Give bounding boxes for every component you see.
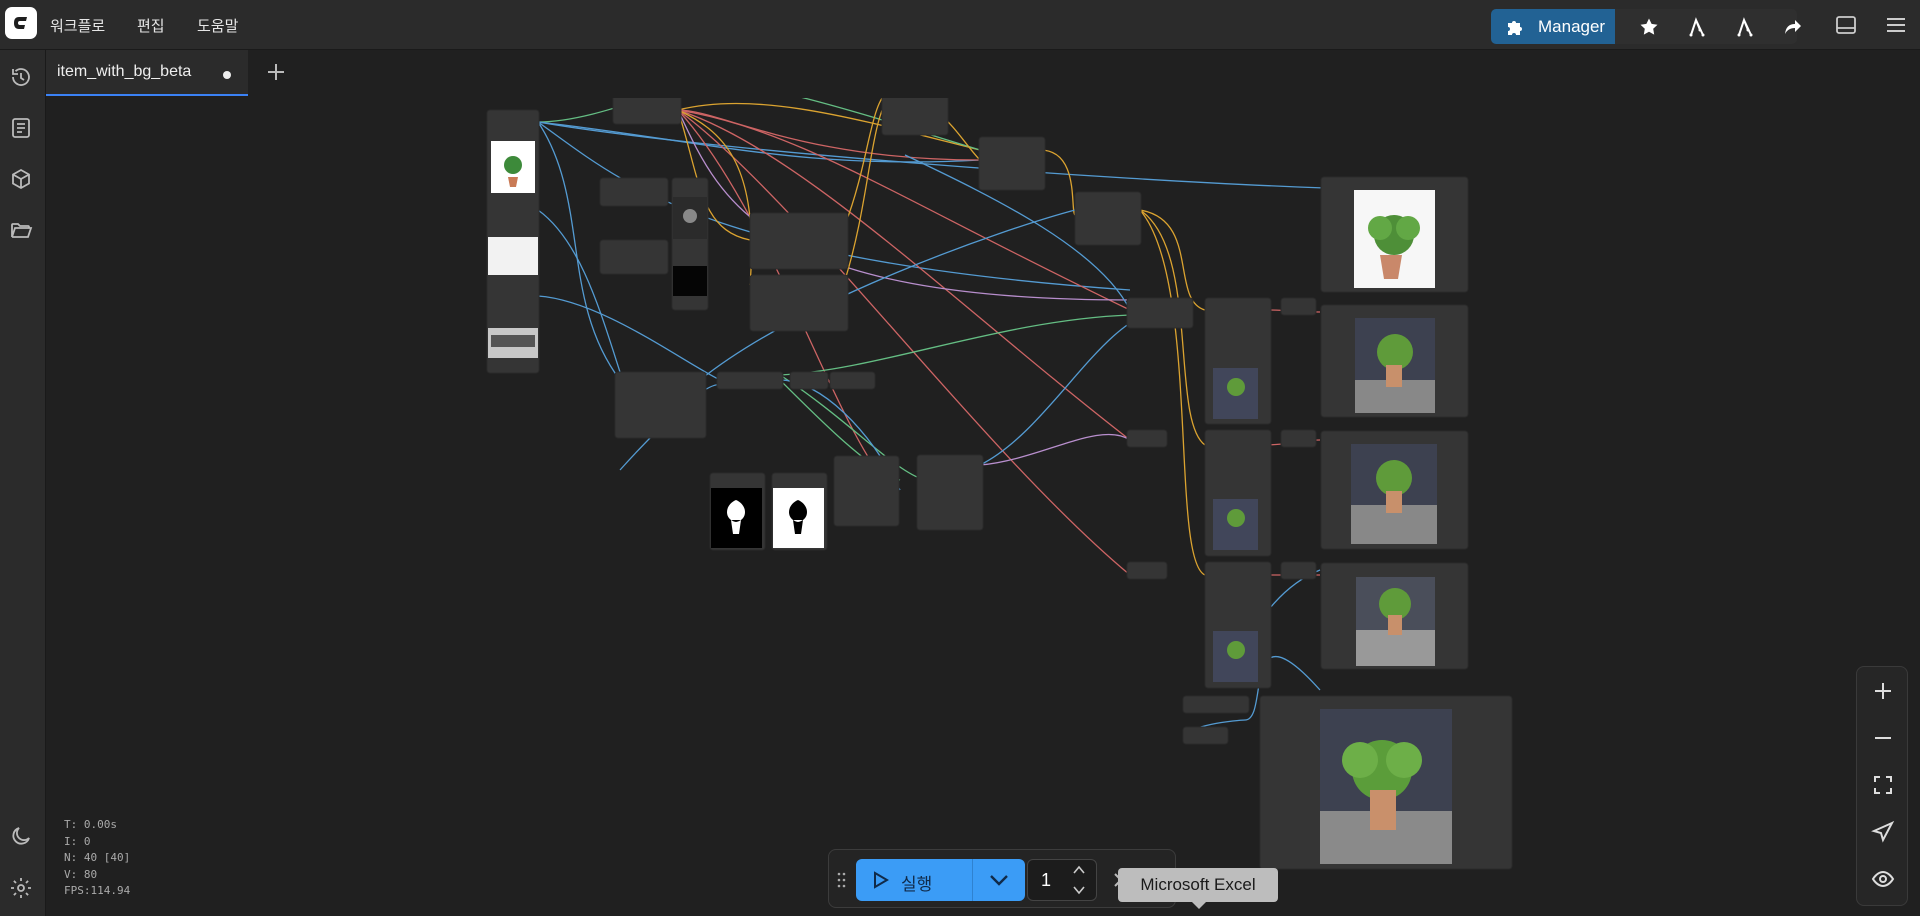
batch-count-stepper[interactable]: 1 [1027, 859, 1097, 901]
taskbar-tooltip: Microsoft Excel [1118, 868, 1278, 909]
chevron-down-small-icon[interactable] [1072, 884, 1086, 896]
stat-time: T: 0.00s [64, 818, 117, 831]
eye-icon[interactable] [1871, 867, 1895, 891]
performance-stats: T: 0.00s I: 0 N: 40 [40] V: 80 FPS:114.9… [64, 817, 130, 900]
play-icon [874, 871, 889, 889]
folder-icon[interactable] [9, 218, 33, 242]
star-icon[interactable] [1639, 17, 1659, 37]
cube-icon[interactable] [9, 167, 33, 191]
document-icon[interactable] [9, 116, 33, 140]
tab-item-with-bg-beta[interactable]: item_with_bg_beta [46, 50, 248, 96]
chevron-down-icon [990, 875, 1008, 886]
send-icon[interactable] [1871, 820, 1895, 844]
menu-workflow[interactable]: 워크플로 [50, 15, 105, 36]
toolbar-button-group [1615, 9, 1801, 44]
run-button[interactable]: 실행 [856, 859, 972, 901]
share-nodes-icon[interactable] [1687, 17, 1709, 37]
share-nodes-alt-icon[interactable] [1735, 17, 1757, 37]
unsaved-indicator [223, 71, 231, 79]
run-label: 실행 [901, 875, 933, 894]
stat-i: I: 0 [64, 834, 91, 848]
chevron-up-icon[interactable] [1072, 864, 1086, 876]
menu-help[interactable]: 도움말 [197, 15, 238, 36]
menu-edit[interactable]: 편집 [137, 15, 165, 36]
hamburger-menu-icon[interactable] [1884, 13, 1908, 37]
tab-title: item_with_bg_beta [57, 63, 192, 80]
comfy-logo-icon[interactable] [5, 7, 37, 39]
graph-svg [486, 98, 1513, 870]
history-icon[interactable] [9, 65, 33, 89]
zoom-in-plus-icon[interactable] [1871, 679, 1895, 703]
drag-handle-icon[interactable] [837, 872, 847, 888]
manager-button[interactable]: Manager [1491, 9, 1615, 44]
workflow-tabbar: item_with_bg_beta [46, 50, 1920, 98]
plus-icon[interactable] [264, 60, 288, 84]
panel-toggle-icon[interactable] [1834, 13, 1858, 37]
share-arrow-icon[interactable] [1783, 17, 1803, 37]
batch-count-value: 1 [1041, 870, 1052, 890]
run-options-dropdown[interactable] [972, 859, 1025, 901]
canvas-zoom-controls [1856, 666, 1908, 906]
left-sidebar [0, 50, 46, 916]
stat-v: V: 80 [64, 867, 98, 881]
node-graph-canvas[interactable] [46, 98, 1920, 916]
stat-fps: FPS:114.94 [64, 884, 131, 897]
manager-label: Manager [1538, 17, 1606, 36]
stat-nodes: N: 40 [40] [64, 851, 131, 864]
moon-icon[interactable] [9, 824, 33, 848]
top-menubar: 워크플로 편집 도움말 Manager [0, 0, 1920, 50]
puzzle-icon [1508, 21, 1522, 35]
zoom-out-minus-icon[interactable] [1871, 726, 1895, 750]
fullscreen-icon[interactable] [1871, 773, 1895, 797]
gear-icon[interactable] [9, 876, 33, 900]
